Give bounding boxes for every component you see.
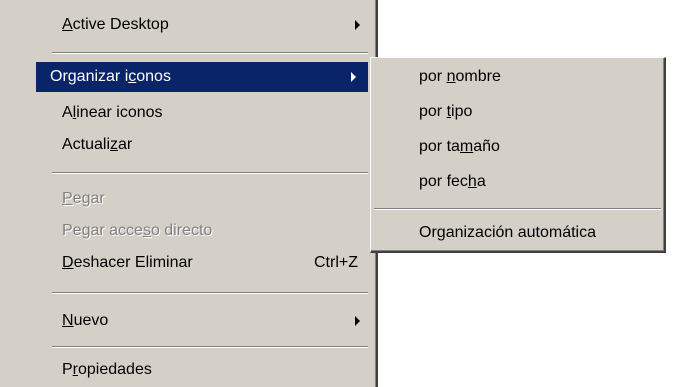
menu-separator [52, 346, 368, 348]
menu-item-label: Propiedades [62, 361, 152, 378]
menu-item-alinear-iconos[interactable]: Alinear iconos [48, 98, 372, 128]
menu-item-pegar-acceso-directo[interactable]: Pegar acceso directo [48, 216, 372, 246]
submenu-item-organizacion-automatica[interactable]: Organización automática [371, 218, 664, 248]
menu-item-label: Actualizar [62, 136, 133, 153]
menu-item-active-desktop[interactable]: Active Desktop [48, 10, 372, 40]
menu-item-deshacer-eliminar[interactable]: Deshacer Eliminar Ctrl+Z [48, 248, 372, 278]
menu-item-label: por fecha [419, 173, 486, 190]
menu-separator [52, 52, 368, 54]
shortcut-label: Ctrl+Z [314, 254, 358, 271]
menu-item-propiedades[interactable]: Propiedades [48, 355, 372, 385]
menu-separator [52, 172, 368, 174]
menu-item-label: Pegar [62, 190, 105, 207]
menu-item-label: por tipo [419, 103, 473, 120]
menu-item-organizar-iconos[interactable]: Organizar iconos [36, 62, 368, 92]
menu-item-label: Deshacer Eliminar [62, 254, 193, 271]
submenu-arrow-icon [351, 72, 356, 82]
organizar-iconos-submenu: por nombre por tipo por tamaño por fecha… [370, 57, 666, 253]
desktop-context-menu: Active Desktop Organizar iconos Alinear … [0, 0, 378, 387]
menu-item-label: Active Desktop [62, 16, 169, 33]
submenu-item-por-tipo[interactable]: por tipo [371, 97, 664, 127]
menu-item-label: Nuevo [62, 312, 109, 329]
menu-separator [52, 292, 368, 294]
submenu-arrow-icon [355, 316, 360, 326]
menu-item-actualizar[interactable]: Actualizar [48, 130, 372, 160]
menu-item-nuevo[interactable]: Nuevo [48, 306, 372, 336]
menu-item-label: Organizar iconos [50, 68, 171, 85]
menu-item-label: Alinear iconos [62, 104, 163, 121]
submenu-arrow-icon [355, 20, 360, 30]
menu-item-label: Organización automática [419, 224, 596, 241]
submenu-item-por-fecha[interactable]: por fecha [371, 167, 664, 197]
menu-item-label: por tamaño [419, 138, 500, 155]
menu-item-pegar[interactable]: Pegar [48, 184, 372, 214]
submenu-item-por-tamano[interactable]: por tamaño [371, 132, 664, 162]
menu-item-label: Pegar acceso directo [62, 222, 213, 239]
menu-separator [374, 208, 661, 210]
submenu-item-por-nombre[interactable]: por nombre [371, 62, 664, 92]
menu-item-label: por nombre [419, 68, 501, 85]
